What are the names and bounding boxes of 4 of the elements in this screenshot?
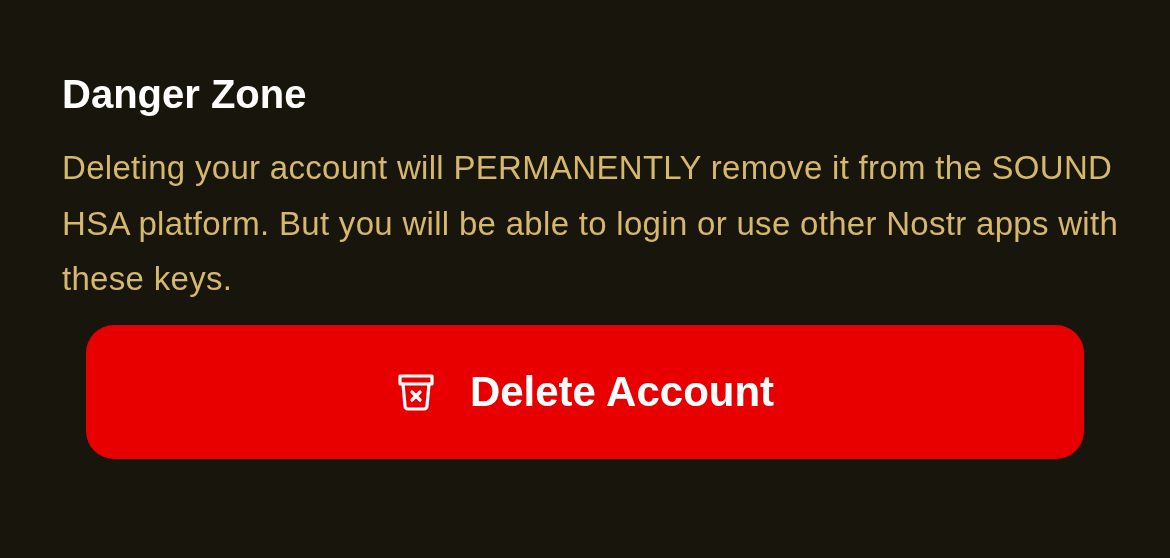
trash-icon (395, 371, 436, 412)
warning-text: Deleting your account will PERMANENTLY remove it from the SOUND HSA platform. But you will be able to login or use other Nostr apps with these keys. (62, 148, 1120, 299)
section-title: Danger Zone (62, 71, 308, 118)
delete-account-button[interactable]: Delete Account (86, 324, 1084, 459)
